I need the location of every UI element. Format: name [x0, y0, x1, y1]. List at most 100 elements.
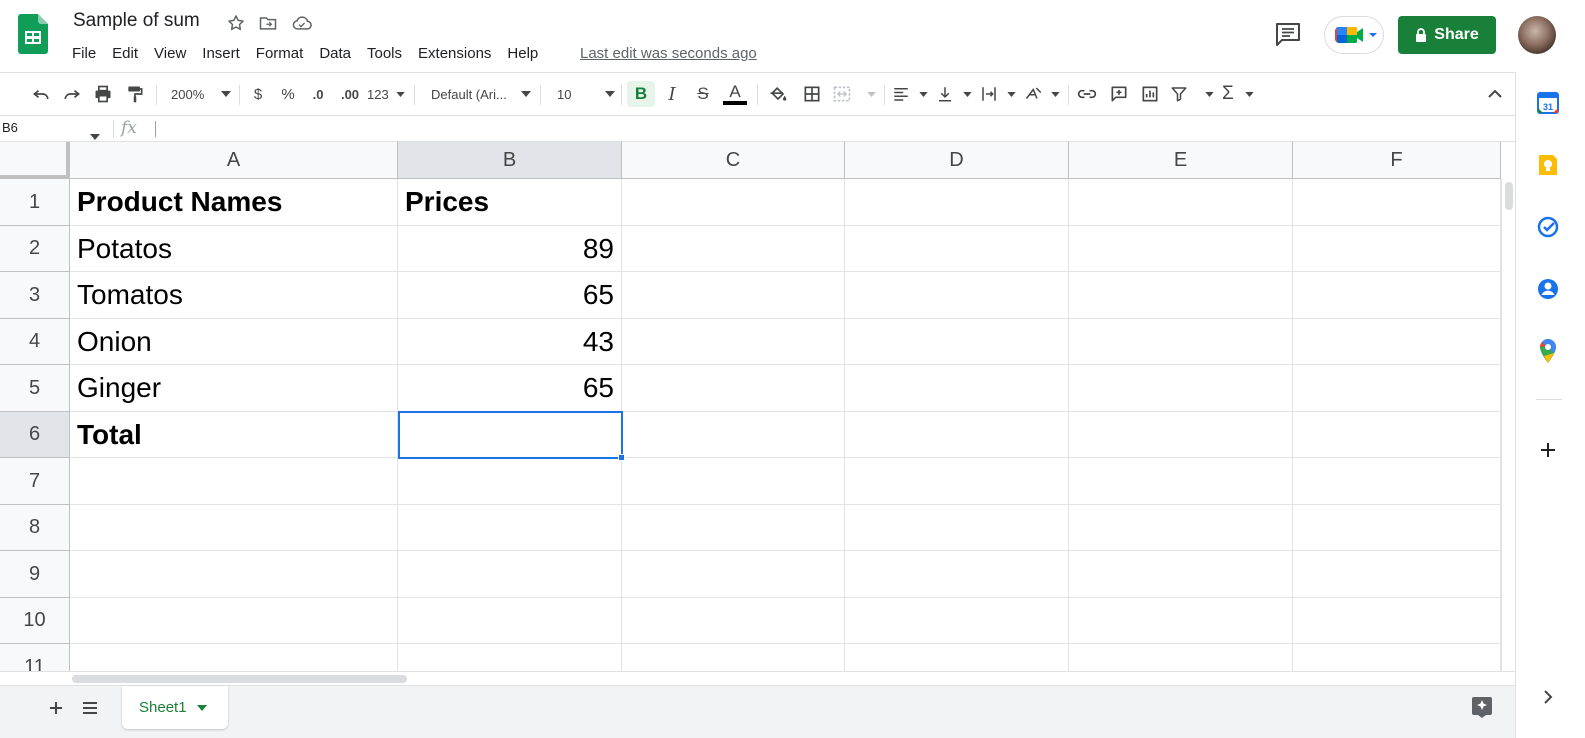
- keep-icon[interactable]: [1535, 152, 1561, 178]
- cell-c10[interactable]: [622, 598, 845, 644]
- borders-icon[interactable]: [800, 82, 824, 106]
- cell-b7[interactable]: [398, 458, 622, 505]
- cell-b11[interactable]: [398, 644, 622, 671]
- percent-format-button[interactable]: %: [277, 82, 299, 106]
- cell-b4[interactable]: 43: [398, 319, 622, 365]
- cell-c11[interactable]: [622, 644, 845, 671]
- menu-data[interactable]: Data: [311, 43, 359, 65]
- cell-f6[interactable]: [1293, 412, 1501, 458]
- menu-insert[interactable]: Insert: [194, 43, 248, 65]
- chevron-down-icon[interactable]: [196, 704, 207, 711]
- horizontal-scroll-thumb[interactable]: [72, 675, 407, 683]
- cell-d4[interactable]: [845, 319, 1069, 365]
- cell-c9[interactable]: [622, 551, 845, 598]
- select-all-corner[interactable]: [0, 142, 70, 179]
- cell-e7[interactable]: [1069, 458, 1293, 505]
- share-button[interactable]: Share: [1398, 16, 1496, 54]
- cell-e2[interactable]: [1069, 226, 1293, 272]
- merge-cells-icon[interactable]: [832, 82, 876, 106]
- insert-chart-icon[interactable]: [1138, 82, 1162, 106]
- last-edit-link[interactable]: Last edit was seconds ago: [580, 45, 757, 62]
- menu-extensions[interactable]: Extensions: [410, 43, 499, 65]
- menu-tools[interactable]: Tools: [359, 43, 410, 65]
- add-icon[interactable]: [1535, 437, 1561, 463]
- cell-b2[interactable]: 89: [398, 226, 622, 272]
- row-header-7[interactable]: 7: [0, 458, 70, 505]
- column-header-d[interactable]: D: [845, 142, 1069, 179]
- sheet-tab-sheet1[interactable]: Sheet1: [122, 686, 228, 729]
- row-header-8[interactable]: 8: [0, 505, 70, 551]
- increase-decimal-button[interactable]: .00: [336, 82, 364, 106]
- menu-help[interactable]: Help: [499, 43, 546, 65]
- cell-a5[interactable]: Ginger: [70, 365, 398, 412]
- cell-b5[interactable]: 65: [398, 365, 622, 412]
- cell-f1[interactable]: [1293, 179, 1501, 226]
- column-header-a[interactable]: A: [70, 142, 398, 179]
- calendar-icon[interactable]: 31: [1535, 90, 1561, 116]
- horizontal-align-icon[interactable]: [892, 82, 928, 106]
- zoom-select[interactable]: 200%: [165, 82, 231, 106]
- cell-c5[interactable]: [622, 365, 845, 412]
- bold-button[interactable]: B: [627, 81, 655, 107]
- contacts-icon[interactable]: [1535, 276, 1561, 302]
- cell-e6[interactable]: [1069, 412, 1293, 458]
- cell-d7[interactable]: [845, 458, 1069, 505]
- cell-a1[interactable]: Product Names: [70, 179, 398, 226]
- cell-c3[interactable]: [622, 272, 845, 319]
- cell-a3[interactable]: Tomatos: [70, 272, 398, 319]
- cell-f2[interactable]: [1293, 226, 1501, 272]
- collapse-toolbar-icon[interactable]: [1483, 82, 1507, 106]
- cell-f3[interactable]: [1293, 272, 1501, 319]
- menu-edit[interactable]: Edit: [104, 43, 146, 65]
- cell-e3[interactable]: [1069, 272, 1293, 319]
- cell-b6[interactable]: [398, 412, 622, 458]
- chevron-right-icon[interactable]: [1535, 684, 1561, 710]
- menu-view[interactable]: View: [146, 43, 194, 65]
- cell-d11[interactable]: [845, 644, 1069, 671]
- column-header-c[interactable]: C: [622, 142, 845, 179]
- decrease-decimal-button[interactable]: .0: [305, 82, 331, 106]
- all-sheets-icon[interactable]: [80, 696, 100, 720]
- cell-b9[interactable]: [398, 551, 622, 598]
- cell-b1[interactable]: Prices: [398, 179, 622, 226]
- insert-link-icon[interactable]: [1075, 82, 1099, 106]
- maps-icon[interactable]: [1535, 338, 1561, 364]
- redo-icon[interactable]: [60, 82, 84, 106]
- cell-c1[interactable]: [622, 179, 845, 226]
- cell-e1[interactable]: [1069, 179, 1293, 226]
- move-folder-icon[interactable]: [258, 13, 278, 33]
- cell-d6[interactable]: [845, 412, 1069, 458]
- cell-a6[interactable]: Total: [70, 412, 398, 458]
- row-header-10[interactable]: 10: [0, 598, 70, 644]
- strikethrough-button[interactable]: S: [691, 82, 715, 106]
- meet-button[interactable]: [1324, 16, 1384, 54]
- fill-handle[interactable]: [618, 454, 625, 461]
- star-icon[interactable]: [226, 13, 246, 33]
- functions-button[interactable]: Σ: [1222, 82, 1254, 106]
- cell-f7[interactable]: [1293, 458, 1501, 505]
- cell-c4[interactable]: [622, 319, 845, 365]
- cloud-saved-icon[interactable]: [291, 13, 312, 33]
- sheets-logo-icon[interactable]: [18, 14, 48, 54]
- row-header-1[interactable]: 1: [0, 179, 70, 226]
- cell-f4[interactable]: [1293, 319, 1501, 365]
- cell-b8[interactable]: [398, 505, 622, 551]
- column-header-f[interactable]: F: [1293, 142, 1501, 179]
- cell-b10[interactable]: [398, 598, 622, 644]
- cell-d10[interactable]: [845, 598, 1069, 644]
- cell-d3[interactable]: [845, 272, 1069, 319]
- menu-format[interactable]: Format: [248, 43, 312, 65]
- cell-d2[interactable]: [845, 226, 1069, 272]
- number-format-select[interactable]: 123: [367, 82, 405, 106]
- cell-a11[interactable]: [70, 644, 398, 671]
- cell-a9[interactable]: [70, 551, 398, 598]
- row-header-2[interactable]: 2: [0, 226, 70, 272]
- filter-icon[interactable]: [1170, 82, 1214, 106]
- undo-icon[interactable]: [29, 82, 53, 106]
- cell-a8[interactable]: [70, 505, 398, 551]
- name-box[interactable]: B6: [2, 120, 18, 135]
- cell-e11[interactable]: [1069, 644, 1293, 671]
- document-title[interactable]: Sample of sum: [73, 10, 200, 32]
- column-header-b[interactable]: B: [398, 142, 622, 179]
- cell-d1[interactable]: [845, 179, 1069, 226]
